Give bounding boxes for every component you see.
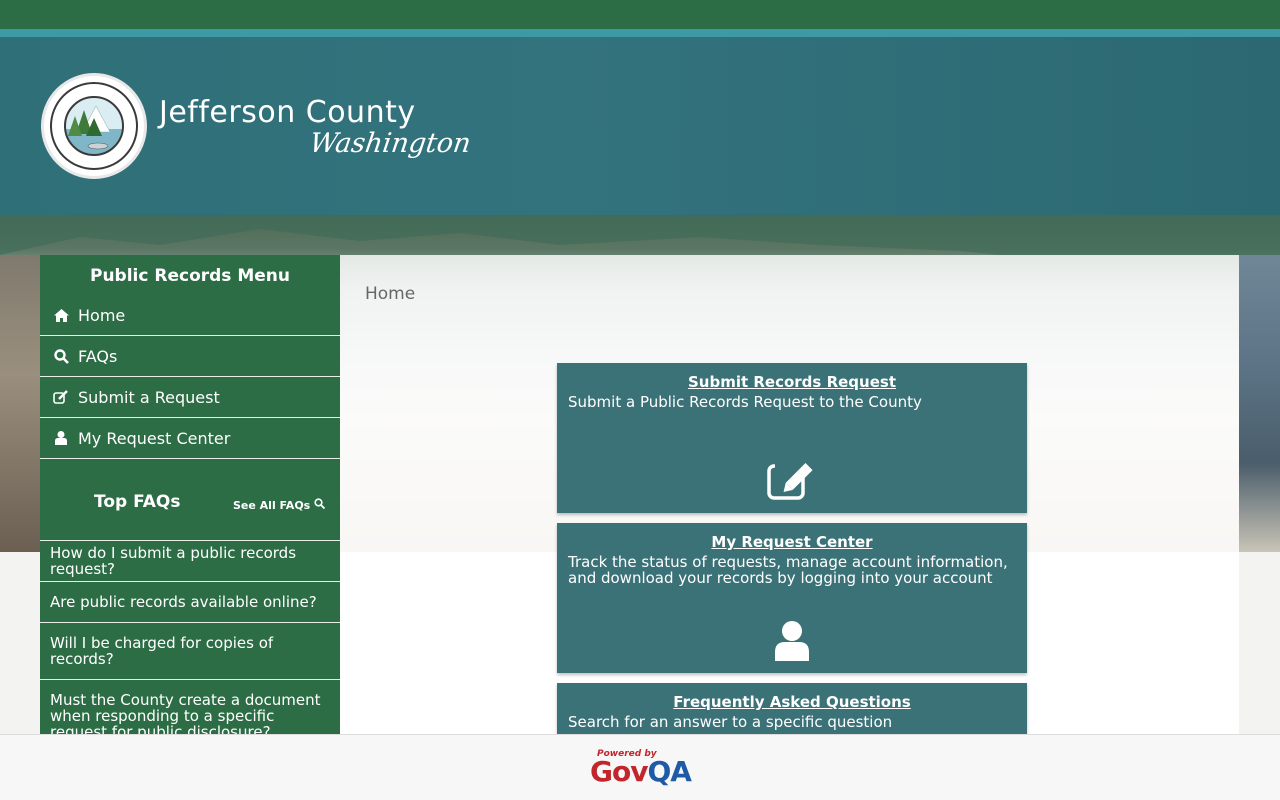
top-strip xyxy=(0,0,1280,29)
govqa-wordmark-gov: Gov xyxy=(590,755,648,788)
scene-driftwood-left xyxy=(0,255,40,552)
seal-ring xyxy=(50,82,138,170)
sidebar-item-submit-request[interactable]: Submit a Request xyxy=(40,377,340,418)
sidebar-item-label: Home xyxy=(78,305,126,325)
user-icon xyxy=(774,620,810,666)
brand-name: Jefferson County xyxy=(159,95,416,130)
county-seal-logo[interactable] xyxy=(41,73,147,179)
top-faqs-title: Top FAQs xyxy=(94,492,181,512)
card-title[interactable]: My Request Center xyxy=(557,533,1027,551)
govqa-wordmark: GovQA xyxy=(590,755,692,788)
faq-link[interactable]: Are public records available online? xyxy=(40,582,340,623)
sidebar-item-label: FAQs xyxy=(78,346,118,366)
sidebar-item-home[interactable]: Home xyxy=(40,295,340,336)
card-description: Search for an answer to a specific quest… xyxy=(568,713,893,731)
seal-landscape-icon xyxy=(64,96,124,156)
brand-subtitle: Washington xyxy=(307,128,473,159)
card-description: Submit a Public Records Request to the C… xyxy=(568,393,922,411)
faq-link[interactable]: How do I submit a public records request… xyxy=(40,541,340,582)
faq-link[interactable]: Must the County create a document when r… xyxy=(40,680,340,734)
edit-icon xyxy=(53,390,69,404)
top-faqs-header: Top FAQs See All FAQs xyxy=(40,459,340,541)
sidebar-item-label: My Request Center xyxy=(78,428,231,448)
submit-request-card[interactable]: Submit Records Request Submit a Public R… xyxy=(557,363,1027,513)
edit-icon xyxy=(767,460,819,506)
home-icon xyxy=(53,308,69,322)
faq-question: Must the County create a document when r… xyxy=(50,691,321,734)
sidebar-item-faqs[interactable]: FAQs xyxy=(40,336,340,377)
card-description: Track the status of requests, manage acc… xyxy=(568,553,1008,587)
top-accent-bar xyxy=(0,29,1280,37)
breadcrumb[interactable]: Home xyxy=(365,284,415,304)
faq-question: Are public records available online? xyxy=(50,592,317,611)
search-icon xyxy=(314,498,326,512)
scene-ocean-right xyxy=(1239,255,1280,552)
search-icon xyxy=(53,348,69,364)
sidebar-item-request-center[interactable]: My Request Center xyxy=(40,418,340,459)
sidebar: Public Records Menu Home FAQs Submit a R… xyxy=(40,255,340,734)
header-banner: Jefferson County Washington xyxy=(0,37,1280,215)
faq-question: How do I submit a public records request… xyxy=(50,543,297,578)
request-center-card[interactable]: My Request Center Track the status of re… xyxy=(557,523,1027,673)
see-all-faqs-label: See All FAQs xyxy=(233,498,311,512)
see-all-faqs-link[interactable]: See All FAQs xyxy=(233,498,326,512)
user-icon xyxy=(53,431,69,445)
sidebar-item-label: Submit a Request xyxy=(78,387,220,407)
card-title[interactable]: Frequently Asked Questions xyxy=(557,693,1027,711)
faq-question: Will I be charged for copies of records? xyxy=(50,633,274,668)
faq-link[interactable]: Will I be charged for copies of records? xyxy=(40,623,340,680)
govqa-wordmark-qa: QA xyxy=(647,755,691,788)
govqa-logo[interactable]: Powered by GovQA xyxy=(589,749,693,789)
footer: Powered by GovQA xyxy=(0,734,1280,800)
sidebar-title: Public Records Menu xyxy=(90,266,290,286)
card-title[interactable]: Submit Records Request xyxy=(557,373,1027,391)
